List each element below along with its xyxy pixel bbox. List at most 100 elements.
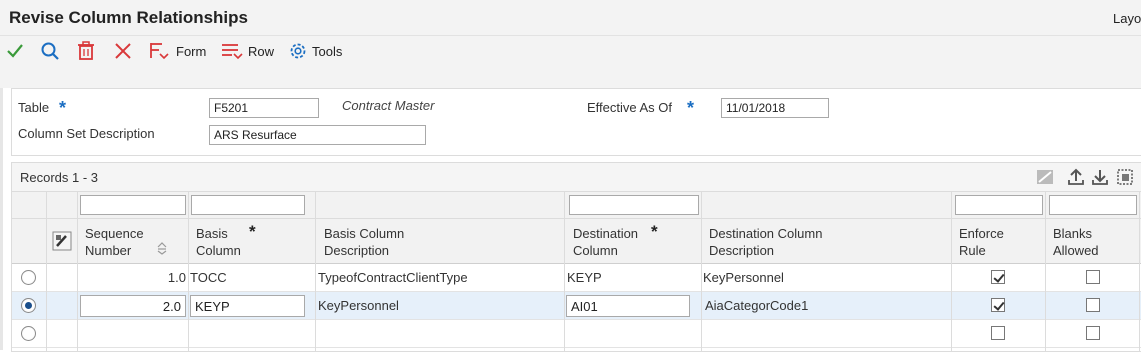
side-gutter	[0, 88, 3, 350]
basis-description-cell: TypeofContractClientType	[318, 270, 468, 285]
table-description: Contract Master	[342, 98, 435, 113]
blanks-allowed-checkbox[interactable]	[1086, 326, 1100, 340]
header-text: Rule	[959, 243, 986, 258]
basis-column-input[interactable]	[190, 295, 305, 317]
tools-menu-label: Tools	[312, 43, 343, 59]
toolbar: Form Row Tools	[0, 36, 1141, 66]
form-menu-label: Form	[176, 43, 207, 59]
destination-column-description-header[interactable]: Destination Column Description	[709, 225, 822, 259]
sort-icon[interactable]	[155, 241, 169, 255]
destination-column-cell: KEYP	[567, 270, 602, 285]
delete-button[interactable]	[77, 40, 95, 62]
column-divider	[951, 192, 952, 351]
layouts-menu[interactable]: Layo	[1113, 11, 1141, 26]
header-text: Basis Column	[324, 226, 405, 241]
header-text: Column	[573, 243, 618, 258]
maximize-grid-icon[interactable]	[1115, 167, 1135, 187]
table-row[interactable]: KeyPersonnel AiaCategorCode1	[12, 292, 1141, 320]
form-exit-icon	[150, 43, 169, 60]
header-text: Sequence	[85, 226, 144, 241]
seq-filter-input[interactable]	[80, 195, 186, 215]
header-text: Number	[85, 243, 132, 258]
basis-column-cell: TOCC	[190, 270, 227, 285]
checkmark-icon	[7, 44, 23, 58]
basis-column-header[interactable]: Basis Column *	[196, 223, 256, 259]
upload-icon[interactable]	[1066, 167, 1086, 187]
sequence-number-input[interactable]	[80, 295, 186, 317]
column-set-description-field[interactable]	[209, 125, 426, 145]
blanks-allowed-checkbox[interactable]	[1086, 298, 1100, 312]
customize-grid-icon[interactable]	[1034, 167, 1056, 187]
blanks-filter-input[interactable]	[1049, 195, 1137, 215]
row-exit-icon	[222, 44, 243, 60]
destination-description-cell: AiaCategorCode1	[705, 298, 809, 313]
download-icon[interactable]	[1090, 167, 1110, 187]
table-row[interactable]	[12, 320, 1141, 348]
column-divider	[1139, 192, 1140, 351]
column-set-description-label: Column Set Description	[18, 126, 155, 141]
enforce-rule-checkbox[interactable]	[991, 326, 1005, 340]
row-menu-label: Row	[248, 43, 275, 59]
enforce-filter-input[interactable]	[955, 195, 1043, 215]
title-bar: Revise Column Relationships Layo	[0, 0, 1141, 36]
query-by-example-row	[12, 192, 1141, 219]
table-field[interactable]	[209, 98, 319, 118]
header-text: Description	[324, 243, 390, 258]
form-menu[interactable]: Form	[148, 40, 206, 62]
records-grid: Records 1 - 3 Sequence Number Basis Colu…	[11, 162, 1141, 352]
find-button[interactable]	[40, 40, 60, 62]
sequence-number-cell: 1.0	[167, 270, 186, 285]
row-select-radio[interactable]	[21, 326, 36, 341]
enforce-rule-checkbox[interactable]	[991, 298, 1005, 312]
page-title: Revise Column Relationships	[9, 8, 248, 27]
destination-filter-input[interactable]	[569, 195, 699, 215]
enforce-rule-checkbox[interactable]	[991, 270, 1005, 284]
destination-description-cell: KeyPersonnel	[703, 270, 784, 285]
records-count: Records 1 - 3	[20, 170, 99, 185]
close-icon	[115, 43, 131, 59]
column-divider	[315, 192, 316, 351]
effective-date-field[interactable]	[721, 98, 829, 118]
blanks-allowed-checkbox[interactable]	[1086, 270, 1100, 284]
column-divider	[701, 192, 702, 351]
basis-description-cell: KeyPersonnel	[318, 298, 399, 313]
edit-row-icon[interactable]	[52, 231, 72, 251]
destination-column-header[interactable]: Destination Column *	[573, 223, 658, 259]
destination-column-input[interactable]	[566, 295, 690, 317]
table-row[interactable]: 1.0 TOCC TypeofContractClientType KEYP K…	[12, 264, 1141, 292]
header-text: Enforce	[959, 226, 1004, 241]
column-divider	[564, 192, 565, 351]
header-text: Column	[196, 243, 241, 258]
header-form: Table * Contract Master Effective As Of …	[11, 88, 1141, 156]
trash-icon	[78, 41, 94, 60]
toolbar-spacer	[0, 66, 1141, 88]
row-select-radio[interactable]	[21, 270, 36, 285]
table-label: Table	[18, 100, 50, 115]
sequence-number-header[interactable]: Sequence Number	[85, 225, 167, 259]
blanks-allowed-header[interactable]: Blanks Allowed	[1053, 225, 1099, 259]
header-text: Basis	[196, 226, 228, 241]
ok-button[interactable]	[5, 40, 25, 62]
grid-header-bar: Records 1 - 3	[12, 163, 1141, 192]
column-divider	[1045, 192, 1046, 351]
cancel-button[interactable]	[113, 40, 133, 62]
basis-column-description-header[interactable]: Basis Column Description	[324, 225, 404, 259]
required-icon: *	[249, 222, 256, 241]
column-divider	[46, 192, 47, 351]
required-icon: *	[59, 98, 67, 118]
header-text: Allowed	[1053, 243, 1099, 258]
column-divider	[77, 192, 78, 351]
row-menu[interactable]: Row	[220, 40, 274, 62]
tools-menu[interactable]: Tools	[288, 40, 342, 62]
search-icon	[41, 42, 59, 60]
effective-as-of-label: Effective As Of	[587, 100, 673, 115]
column-header-row: Sequence Number Basis Column * Basis Col…	[12, 219, 1141, 264]
header-text: Destination Column	[709, 226, 823, 241]
row-select-radio[interactable]	[21, 298, 36, 313]
header-text: Description	[709, 243, 775, 258]
header-text: Destination	[573, 226, 639, 241]
required-icon: *	[687, 98, 695, 118]
basis-filter-input[interactable]	[191, 195, 305, 215]
enforce-rule-header[interactable]: Enforce Rule	[959, 225, 1004, 259]
required-icon: *	[651, 222, 658, 241]
